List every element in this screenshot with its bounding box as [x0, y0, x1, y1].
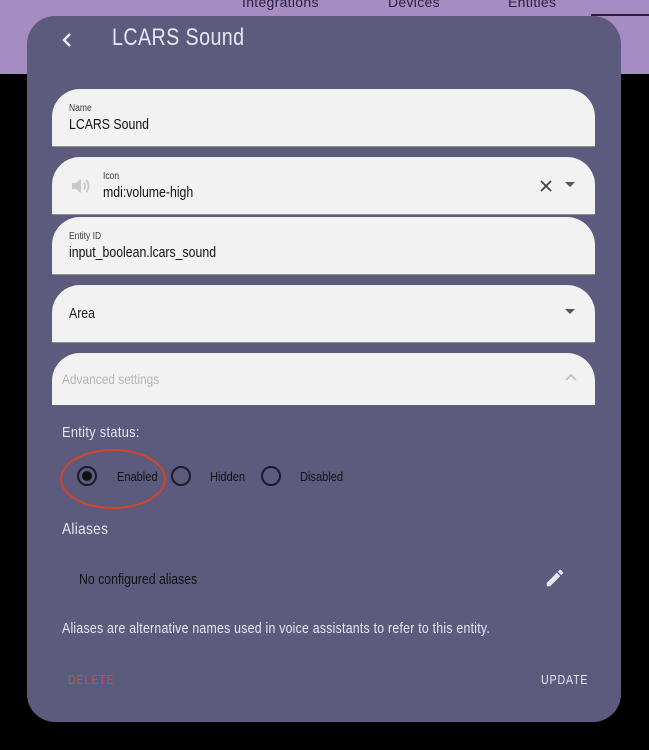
radio-enabled-label[interactable]: Enabled — [117, 469, 158, 484]
entity-status-label: Entity status: — [62, 424, 140, 441]
radio-hidden-label[interactable]: Hidden — [210, 469, 245, 484]
tab-integrations[interactable]: Integrations — [242, 0, 319, 10]
active-tab-indicator — [591, 14, 649, 16]
entity-settings-dialog: LCARS Sound Name LCARS Sound Icon mdi:vo… — [27, 16, 621, 722]
tab-devices[interactable]: Devices — [388, 0, 440, 10]
area-select[interactable]: Area — [52, 285, 595, 343]
no-aliases-text: No configured aliases — [79, 571, 198, 588]
area-dropdown-arrow-icon[interactable] — [565, 309, 575, 314]
aliases-help-text: Aliases are alternative names used in vo… — [62, 620, 491, 637]
radio-disabled[interactable] — [261, 466, 281, 486]
entity-id-field-label: Entity ID — [69, 231, 102, 242]
advanced-settings-expander[interactable]: Advanced settings — [52, 353, 595, 405]
entity-id-field-value[interactable]: input_boolean.lcars_sound — [69, 244, 216, 261]
name-field-value[interactable]: LCARS Sound — [69, 116, 149, 133]
icon-field[interactable]: Icon mdi:volume-high — [52, 157, 595, 215]
entity-id-field[interactable]: Entity ID input_boolean.lcars_sound — [52, 217, 595, 275]
radio-hidden[interactable] — [171, 466, 191, 486]
name-field[interactable]: Name LCARS Sound — [52, 89, 595, 147]
back-chevron-icon[interactable] — [55, 28, 79, 52]
clear-icon[interactable] — [539, 179, 553, 193]
radio-disabled-label[interactable]: Disabled — [300, 469, 343, 484]
name-field-label: Name — [69, 103, 92, 114]
area-select-label: Area — [69, 305, 95, 322]
pencil-icon[interactable] — [544, 567, 566, 589]
icon-field-value[interactable]: mdi:volume-high — [103, 184, 193, 201]
aliases-heading: Aliases — [62, 521, 109, 538]
icon-field-label: Icon — [103, 171, 120, 182]
volume-high-icon — [72, 179, 90, 193]
advanced-settings-label: Advanced settings — [62, 371, 160, 387]
chevron-up-icon[interactable] — [563, 369, 579, 385]
dialog-title: LCARS Sound — [112, 24, 245, 51]
update-button[interactable]: UPDATE — [541, 672, 588, 687]
radio-enabled[interactable] — [77, 466, 97, 486]
delete-button[interactable]: DELETE — [68, 672, 114, 687]
dropdown-arrow-icon[interactable] — [565, 182, 575, 187]
tab-entities[interactable]: Entities — [508, 0, 556, 10]
